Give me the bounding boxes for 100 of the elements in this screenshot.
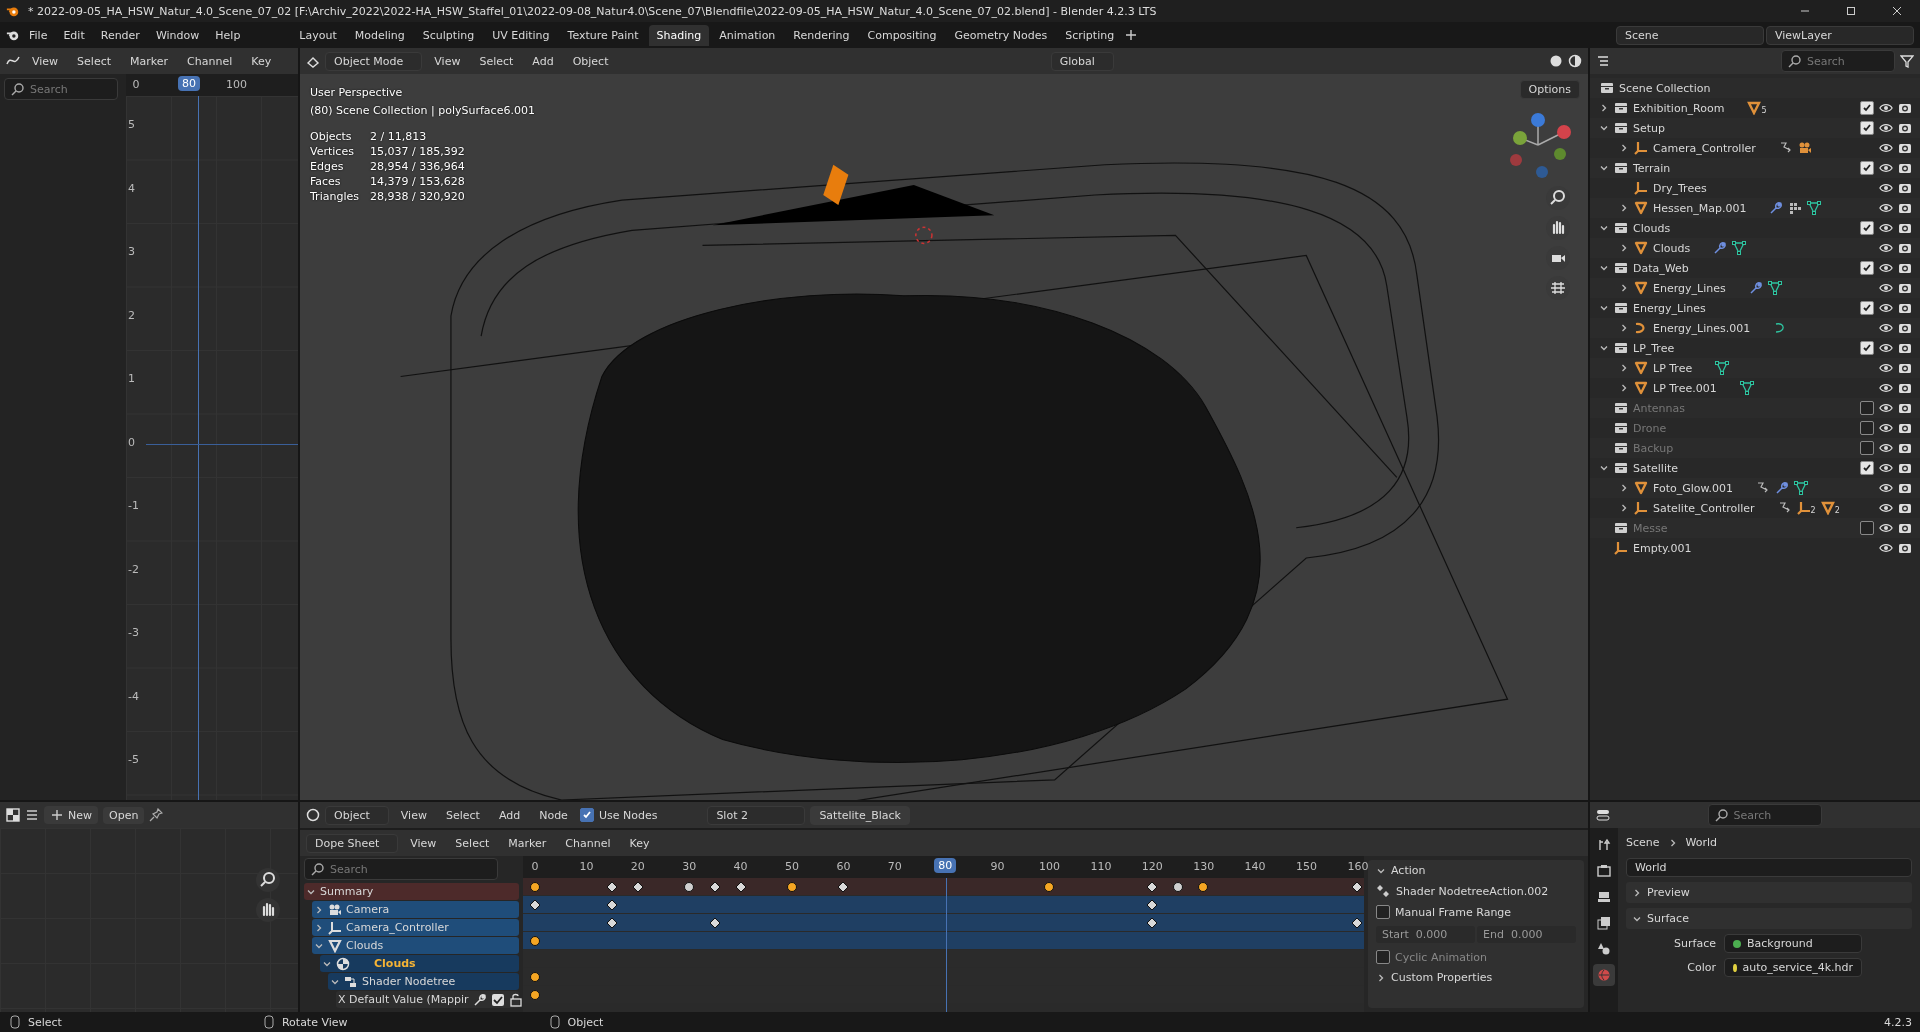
menu-item[interactable]: View (403, 833, 444, 853)
search-field[interactable]: Search (4, 78, 118, 100)
workspace-tab[interactable]: Modeling (346, 24, 413, 46)
menu-item[interactable]: View (427, 51, 468, 71)
keyframe-icon[interactable] (529, 898, 541, 911)
open-image-button[interactable]: Open (103, 806, 145, 824)
eye-icon[interactable] (1879, 341, 1893, 355)
outliner-item[interactable]: LP_Tree (1633, 341, 1675, 355)
menu-item[interactable]: Add (525, 51, 561, 71)
eye-icon[interactable] (1879, 361, 1893, 375)
render-camera-icon[interactable] (1898, 101, 1912, 115)
panel-header[interactable]: Custom Properties (1391, 971, 1493, 984)
keyframe-icon[interactable] (529, 934, 541, 947)
eye-icon[interactable] (1879, 461, 1893, 475)
keyframe-icon[interactable] (708, 916, 721, 929)
pin-icon[interactable] (149, 808, 164, 822)
eye-icon[interactable] (1879, 221, 1893, 235)
keyframe-icon[interactable] (1145, 916, 1158, 929)
outliner-item[interactable]: Camera_Controller (1653, 141, 1756, 155)
eye-icon[interactable] (1879, 321, 1893, 335)
eye-icon[interactable] (1879, 521, 1893, 535)
render-camera-icon[interactable] (1898, 201, 1912, 215)
eye-icon[interactable] (1879, 261, 1893, 275)
material-shading-icon[interactable] (1568, 54, 1582, 68)
render-camera-icon[interactable] (1898, 221, 1912, 235)
channel-row[interactable]: X Default Value (Mappir (336, 991, 519, 1008)
panel-header[interactable]: Surface (1647, 912, 1689, 925)
search-field[interactable]: Search (1707, 804, 1822, 826)
render-camera-icon[interactable] (1898, 501, 1912, 515)
add-workspace-icon[interactable] (1124, 28, 1139, 42)
menu-item[interactable]: Channel (558, 833, 618, 853)
eye-icon[interactable] (1879, 201, 1893, 215)
zoom-icon[interactable] (256, 868, 280, 892)
eye-icon[interactable] (1879, 161, 1893, 175)
outliner-item[interactable]: Clouds (1653, 241, 1691, 255)
sphere-editor-icon[interactable] (306, 808, 320, 822)
exclude-checkbox[interactable] (1860, 261, 1874, 275)
eye-icon[interactable] (1879, 381, 1893, 395)
render-camera-icon[interactable] (1898, 161, 1912, 175)
menu-item[interactable]: Key (244, 51, 279, 71)
keyframe-icon[interactable] (529, 880, 541, 893)
scene-selector[interactable]: Scene (1616, 25, 1764, 45)
keyframe-icon[interactable] (1043, 880, 1055, 893)
keyframe-icon[interactable] (1145, 880, 1158, 893)
render-camera-icon[interactable] (1898, 381, 1912, 395)
options-dropdown[interactable]: Options (1519, 80, 1580, 99)
search-field[interactable]: Search (304, 858, 498, 880)
render-camera-icon[interactable] (1898, 281, 1912, 295)
outliner-item[interactable]: Exhibition_Room (1633, 101, 1725, 115)
outliner-item[interactable]: Clouds (1633, 221, 1671, 235)
exclude-checkbox[interactable] (1860, 121, 1874, 135)
keyframe-icon[interactable] (1145, 898, 1158, 911)
outliner-item[interactable]: Empty.001 (1633, 541, 1692, 555)
breadcrumb-item[interactable]: World (1685, 836, 1718, 849)
lock-icon[interactable] (508, 992, 523, 1007)
mode-dropdown[interactable]: Dope Sheet (306, 833, 399, 853)
eye-icon[interactable] (1879, 441, 1893, 455)
menu-item[interactable]: Help (208, 25, 248, 45)
workspace-tab[interactable]: Animation (711, 24, 784, 46)
menu-item[interactable]: View (25, 51, 66, 71)
breadcrumb-item[interactable]: Scene (1626, 836, 1660, 849)
solid-shading-icon[interactable] (1549, 54, 1563, 68)
world-tab[interactable] (1593, 964, 1615, 986)
eye-icon[interactable] (1879, 401, 1893, 415)
menu-item[interactable]: Marker (501, 833, 554, 853)
channel-row[interactable]: Clouds (312, 937, 519, 954)
workspace-tab[interactable]: Compositing (859, 24, 945, 46)
panel-header[interactable]: Action (1391, 864, 1426, 877)
mode-dropdown[interactable]: Object Mode (325, 51, 423, 71)
keyframe-icon[interactable] (1351, 916, 1364, 929)
keyframe-icon[interactable] (631, 880, 644, 893)
menu-item[interactable]: Render (93, 25, 147, 45)
exclude-checkbox[interactable] (1860, 341, 1874, 355)
end-field[interactable]: End 0.000 (1477, 926, 1576, 943)
keyframe-icon[interactable] (606, 880, 619, 893)
workspace-tab[interactable]: Sculpting (414, 24, 483, 46)
menu-item[interactable]: File (22, 25, 55, 45)
view-layer-selector[interactable]: ViewLayer (1766, 25, 1914, 45)
render-camera-icon[interactable] (1898, 261, 1912, 275)
eye-icon[interactable] (1879, 421, 1893, 435)
render-camera-icon[interactable] (1898, 121, 1912, 135)
exclude-checkbox[interactable] (1860, 401, 1874, 415)
list-icon[interactable] (1596, 54, 1610, 68)
eye-icon[interactable] (1879, 301, 1893, 315)
render-camera-icon[interactable] (1898, 301, 1912, 315)
render-camera-icon[interactable] (1898, 321, 1912, 335)
menu-item[interactable]: Window (148, 25, 207, 45)
exclude-checkbox[interactable] (1860, 461, 1874, 475)
exclude-checkbox[interactable] (1860, 521, 1874, 535)
keyframe-icon[interactable] (837, 880, 850, 893)
outliner-item[interactable]: Setup (1633, 121, 1666, 135)
checker-icon[interactable] (6, 808, 20, 822)
menu-item[interactable]: Edit (56, 25, 92, 45)
keyframe-icon[interactable] (786, 880, 798, 893)
workspace-tab[interactable]: Layout (291, 24, 345, 46)
channel-row[interactable]: Summary (304, 883, 519, 900)
menu-item[interactable]: Select (70, 51, 119, 71)
keyframe-icon[interactable] (529, 988, 541, 1001)
keyframe-icon[interactable] (606, 898, 619, 911)
exclude-checkbox[interactable] (1860, 161, 1874, 175)
